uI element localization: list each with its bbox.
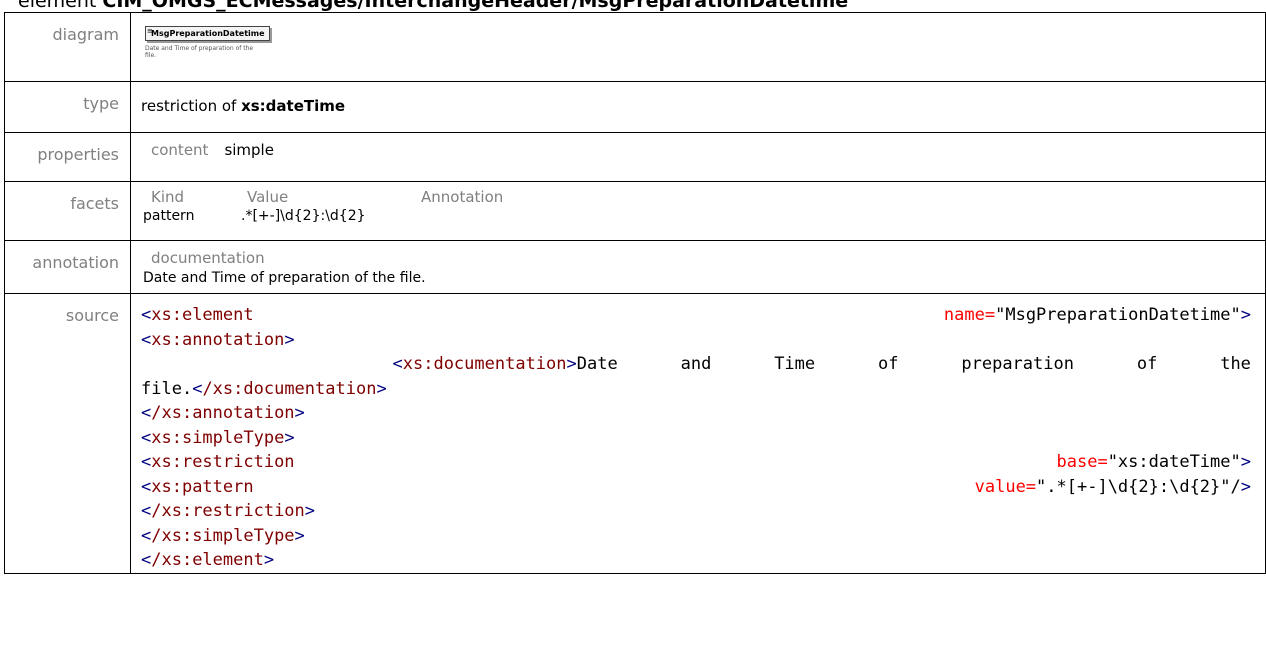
row-annotation: annotation documentation Date and Time o… <box>4 240 1266 294</box>
label-diagram: diagram <box>4 12 131 82</box>
diagram-element-box[interactable]: ≡ MsgPreparationDatetime <box>145 26 270 41</box>
row-facets: facets Kind Value Annotation pattern .*[… <box>4 181 1266 241</box>
row-type: type restriction of xs:dateTime <box>4 81 1266 133</box>
facets-header-annotation: Annotation <box>421 188 504 206</box>
annotation-header: documentation <box>151 249 265 267</box>
element-heading: element CIM_OMGS_ECMessages/InterchangeH… <box>18 0 848 12</box>
code-line: </xs:annotation > <box>141 403 305 423</box>
facet-kind: pattern <box>143 208 195 224</box>
code-line: < xs:simpleType > <box>141 427 295 448</box>
facets-header-value: Value <box>247 188 289 206</box>
element-doc-table: diagram ≡ MsgPreparationDatetime Date an… <box>4 12 1266 574</box>
code-line: < xs:restriction base= "xs:dateTime" > <box>141 452 1251 472</box>
facets-header: Kind Value Annotation <box>141 182 1265 206</box>
type-prefix: restriction of <box>141 97 242 115</box>
element-path: CIM_OMGS_ECMessages/InterchangeHeader/Ms… <box>102 0 849 12</box>
source-code: < xs:element name= "MsgPreparationDatetime"… <box>141 294 1251 573</box>
code-line: <xs:documentation>Date and Time of prepa… <box>392 354 1251 374</box>
property-key: content <box>151 141 209 159</box>
source-cell: < xs:element name= "MsgPreparationDatetime"… <box>130 293 1266 574</box>
row-diagram: diagram ≡ MsgPreparationDatetime Date an… <box>4 12 1266 82</box>
label-properties: properties <box>4 132 131 182</box>
code-line: </xs:simpleType > <box>141 525 305 546</box>
type-base-link[interactable]: xs:dateTime <box>241 97 345 115</box>
label-type: type <box>4 81 131 133</box>
code-line: < xs:element name= "MsgPreparationDatetime"… <box>141 305 1251 325</box>
code-line: file. </xs:documentation > <box>141 378 387 399</box>
element-marker-icon: ≡ <box>147 27 153 35</box>
facets-cell: Kind Value Annotation pattern .*[+-]\d{2… <box>130 181 1266 241</box>
heading-prefix: element <box>18 0 103 12</box>
code-line: < xs:annotation > <box>141 329 295 350</box>
type-cell: restriction of xs:dateTime <box>130 81 1266 133</box>
facets-header-kind: Kind <box>151 188 185 206</box>
row-source: source < xs:element name= "MsgPreparationDa… <box>4 293 1266 574</box>
properties-cell: content simple <box>130 132 1266 182</box>
code-line: < xs:pattern value= ".*[+-]\d{2}:\d{2}"/> <box>141 476 1251 497</box>
label-facets: facets <box>4 181 131 241</box>
diagram-cell: ≡ MsgPreparationDatetime Date and Time o… <box>130 12 1266 82</box>
code-line: </xs:element > <box>141 550 275 570</box>
annotation-cell: documentation Date and Time of preparati… <box>130 240 1266 294</box>
diagram-element-doc: Date and Time of preparation of the file… <box>145 45 254 59</box>
facet-value: .*[+-]\d{2}:\d{2} <box>241 208 366 224</box>
diagram-element-name: MsgPreparationDatetime <box>151 29 265 38</box>
facet-row: pattern .*[+-]\d{2}:\d{2} <box>141 208 1265 224</box>
annotation-text: Date and Time of preparation of the file… <box>143 270 426 286</box>
code-line: </xs:restriction > <box>141 501 316 521</box>
label-source: source <box>4 293 131 574</box>
row-properties: properties content simple <box>4 132 1266 182</box>
property-value: simple <box>224 141 274 159</box>
label-annotation: annotation <box>4 240 131 294</box>
